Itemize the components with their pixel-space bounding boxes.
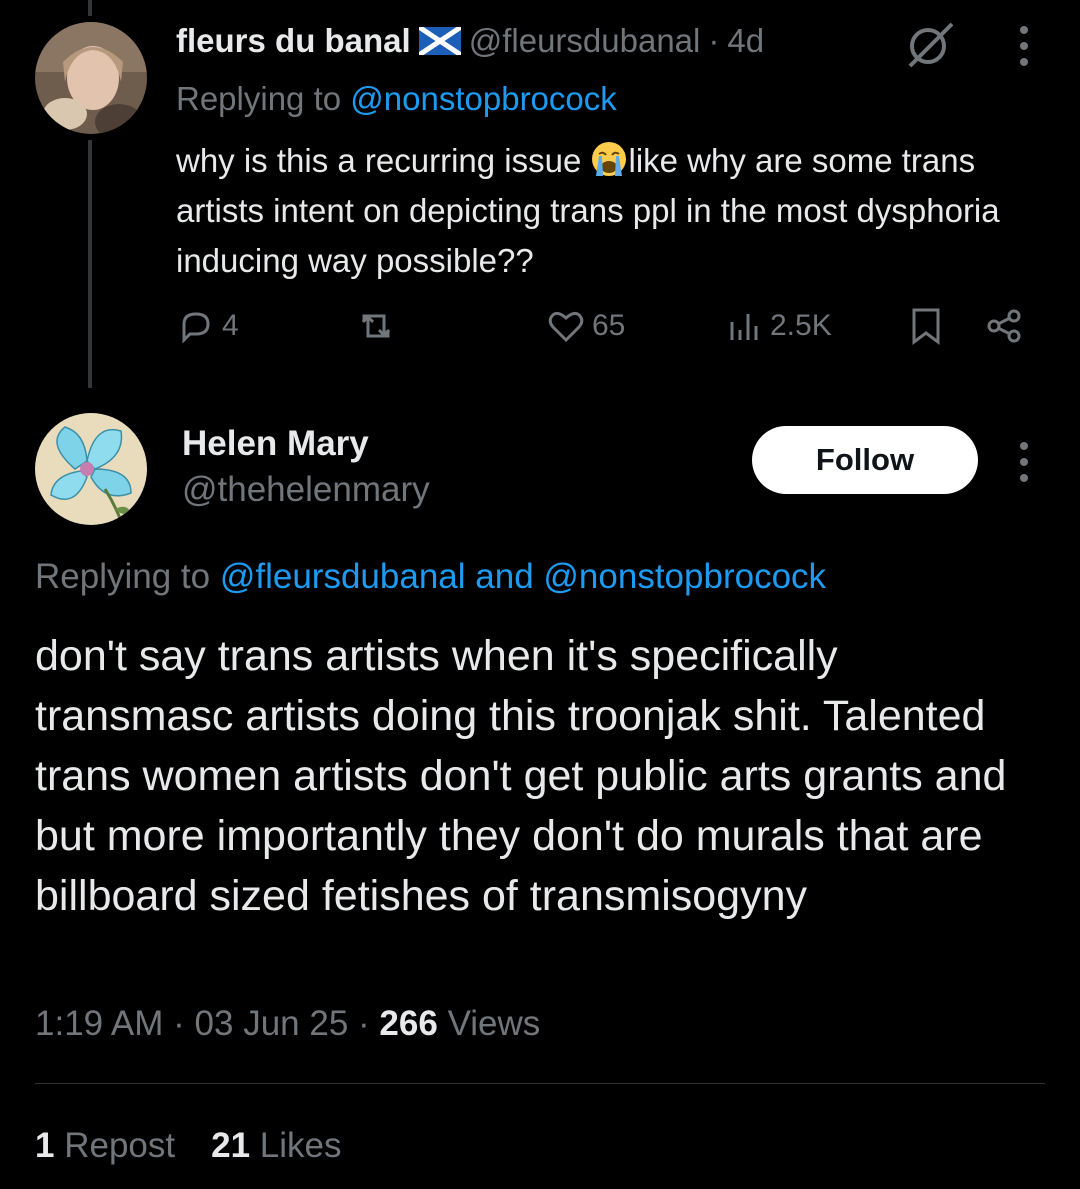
follow-button[interactable]: Follow	[752, 426, 978, 494]
repost-label: Repost	[64, 1126, 176, 1165]
likes-link[interactable]: 21 Likes	[211, 1126, 341, 1166]
thread-line-top	[88, 0, 92, 16]
share-button[interactable]	[984, 306, 1024, 346]
replying-prefix: Replying to	[35, 557, 211, 596]
display-name[interactable]: Helen Mary	[182, 424, 369, 464]
views-label: Views	[447, 1004, 541, 1043]
display-name[interactable]: fleurs du banal	[176, 22, 411, 60]
date[interactable]: 03 Jun 25	[195, 1004, 349, 1043]
timestamp[interactable]: 1:19 AM	[35, 1004, 163, 1043]
repost-button[interactable]	[356, 306, 396, 346]
scotland-flag-icon	[418, 27, 461, 55]
engagement-stats: 1 Repost 21 Likes	[35, 1126, 342, 1166]
bookmark-button[interactable]	[906, 306, 946, 346]
bookmark-icon	[912, 308, 940, 345]
handle[interactable]: @thehelenmary	[182, 470, 430, 510]
tweet-metadata: 1:19 AM · 03 Jun 25 · 266 Views	[35, 1004, 540, 1044]
replying-to: Replying to @fleursdubanal and @nonstopb…	[35, 557, 826, 597]
handle[interactable]: @fleursdubanal	[469, 22, 701, 60]
reply-icon	[182, 312, 210, 344]
like-count: 65	[592, 309, 626, 342]
loudly-crying-face-icon	[592, 142, 627, 176]
views-icon	[730, 314, 758, 340]
heart-icon	[548, 311, 584, 343]
more-options-icon[interactable]	[1019, 26, 1029, 66]
reposts-link[interactable]: 1 Repost	[35, 1126, 175, 1166]
avatar[interactable]	[35, 22, 147, 134]
replying-to: Replying to @nonstopbrocock	[176, 80, 617, 118]
tweet-text: why is this a recurring issue like why a…	[176, 136, 1036, 286]
view-count: 266	[379, 1004, 438, 1043]
thread-line	[88, 140, 92, 388]
replying-and[interactable]: and	[475, 557, 533, 596]
mention-link[interactable]: @fleursdubanal	[220, 557, 466, 596]
repost-icon	[361, 314, 391, 338]
reply-count: 4	[222, 309, 239, 342]
like-count: 21	[211, 1126, 251, 1165]
timestamp[interactable]: 4d	[727, 22, 764, 60]
views-button[interactable]: 2.5K	[724, 306, 832, 346]
avatar[interactable]	[35, 413, 147, 525]
view-count: 2.5K	[770, 309, 832, 342]
tweet-text-part: why is this a recurring issue	[176, 142, 591, 179]
repost-count: 1	[35, 1126, 55, 1165]
separator: ·	[708, 22, 720, 59]
separator: ·	[173, 1004, 185, 1043]
mention-link[interactable]: @nonstopbrocock	[350, 80, 616, 117]
tweet-actions: 4 65 2.5K	[176, 306, 1036, 356]
mention-link[interactable]: @nonstopbrocock	[543, 557, 826, 596]
likes-label: Likes	[259, 1126, 342, 1165]
reply-button[interactable]: 4	[176, 306, 239, 346]
like-button[interactable]: 65	[546, 306, 625, 346]
grok-icon[interactable]	[902, 16, 958, 72]
share-icon	[987, 309, 1021, 343]
tweet-text: don't say trans artists when it's specif…	[35, 632, 1007, 920]
parent-tweet-header: fleurs du banal @fleursdubanal · 4d	[176, 22, 764, 60]
divider	[35, 1083, 1045, 1084]
replying-prefix: Replying to	[176, 80, 342, 117]
separator: ·	[358, 1004, 370, 1043]
more-options-icon[interactable]	[1019, 442, 1029, 482]
